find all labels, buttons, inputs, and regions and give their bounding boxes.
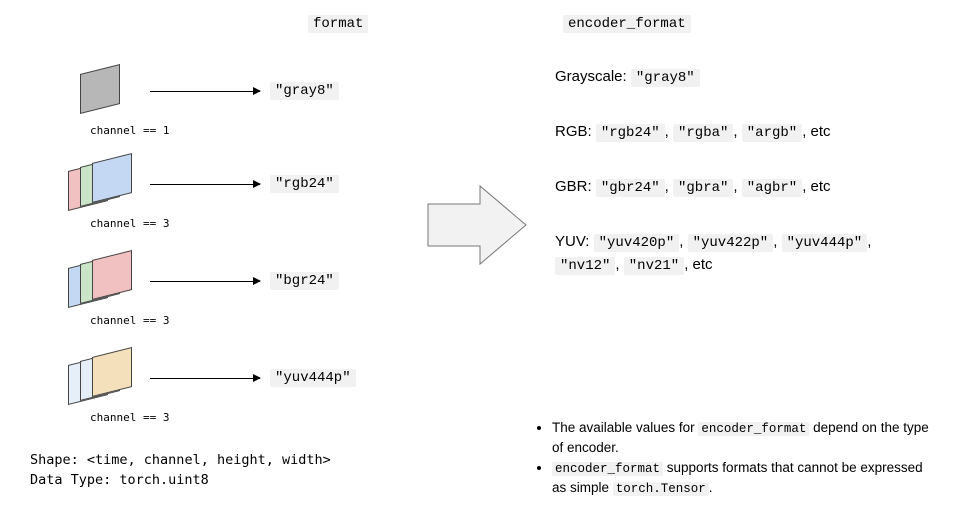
- code-value: "yuv422p": [688, 234, 774, 252]
- shape-label: Shape:: [30, 452, 87, 468]
- code-value: "yuv420p": [594, 234, 680, 252]
- plane-v: [92, 347, 132, 397]
- footer-meta: Shape: <time, channel, height, width> Da…: [30, 450, 331, 491]
- shape-value: <time, channel, height, width>: [87, 452, 331, 468]
- format-value: "bgr24": [270, 272, 339, 290]
- encoder-format-header-code: encoder_format: [563, 15, 691, 33]
- plane-red: [92, 250, 132, 300]
- etc-text: , etc: [684, 256, 712, 273]
- gbr-label: GBR:: [555, 178, 596, 195]
- row-bgr24: channel == 3 "bgr24": [62, 245, 339, 317]
- etc-text: , etc: [802, 178, 830, 195]
- yuv-label: YUV:: [555, 233, 594, 250]
- code-value: "yuv444p": [782, 234, 868, 252]
- encoder-format-list: Grayscale: "gray8" RGB: "rgb24", "rgba",…: [555, 66, 915, 309]
- code-inline: torch.Tensor: [613, 482, 709, 496]
- code-inline: encoder_format: [698, 422, 809, 436]
- arrow-icon: [150, 91, 260, 92]
- planes-bgr: channel == 3: [62, 245, 140, 317]
- row-rgb24: channel == 3 "rgb24": [62, 148, 339, 220]
- plane-gray: [80, 64, 120, 114]
- dtype-line: Data Type: torch.uint8: [30, 470, 331, 490]
- dtype-value: torch.uint8: [119, 472, 208, 488]
- group-yuv: YUV: "yuv420p", "yuv422p", "yuv444p", "n…: [555, 231, 915, 277]
- code-value: "nv12": [555, 257, 615, 275]
- code-value: "gbra": [673, 179, 733, 197]
- code-value: "argb": [742, 124, 802, 142]
- notes-list: The available values for encoder_format …: [530, 418, 930, 498]
- plane-blue: [92, 153, 132, 203]
- format-value: "yuv444p": [270, 369, 356, 387]
- code-inline: encoder_format: [552, 462, 663, 476]
- dtype-label: Data Type:: [30, 472, 119, 488]
- format-value: "rgb24": [270, 175, 339, 193]
- row-yuv444p: channel == 3 "yuv444p": [62, 342, 356, 414]
- code-value: "rgba": [673, 124, 733, 142]
- column-header-encoder-format: encoder_format: [563, 14, 691, 32]
- planes-rgb: channel == 3: [62, 148, 140, 220]
- code-value: "agbr": [742, 179, 802, 197]
- etc-text: , etc: [802, 123, 830, 140]
- code-value: "gbr24": [596, 179, 665, 197]
- column-header-format: format: [308, 14, 368, 32]
- group-gbr: GBR: "gbr24", "gbra", "agbr", etc: [555, 176, 915, 199]
- code-value: "gray8": [631, 69, 700, 87]
- format-header-code: format: [308, 15, 368, 33]
- group-grayscale: Grayscale: "gray8": [555, 66, 915, 89]
- channel-label: channel == 3: [90, 217, 169, 230]
- arrow-icon: [150, 378, 260, 379]
- note-item: encoder_format supports formats that can…: [552, 458, 930, 498]
- note-text: .: [709, 480, 713, 495]
- note-text: The available values for: [552, 420, 698, 435]
- grayscale-label: Grayscale:: [555, 68, 631, 85]
- rgb-label: RGB:: [555, 123, 596, 140]
- code-value: "nv21": [624, 257, 684, 275]
- row-gray8: channel == 1 "gray8": [62, 55, 339, 127]
- arrow-icon: [150, 281, 260, 282]
- format-value: "gray8": [270, 82, 339, 100]
- note-item: The available values for encoder_format …: [552, 418, 930, 458]
- planes-gray: channel == 1: [62, 55, 140, 127]
- channel-label: channel == 3: [90, 314, 169, 327]
- channel-label: channel == 3: [90, 411, 169, 424]
- arrow-icon: [150, 184, 260, 185]
- planes-yuv: channel == 3: [62, 342, 140, 414]
- code-value: "rgb24": [596, 124, 665, 142]
- shape-line: Shape: <time, channel, height, width>: [30, 450, 331, 470]
- channel-label: channel == 1: [90, 124, 169, 137]
- group-rgb: RGB: "rgb24", "rgba", "argb", etc: [555, 121, 915, 144]
- big-arrow-icon: [426, 182, 530, 268]
